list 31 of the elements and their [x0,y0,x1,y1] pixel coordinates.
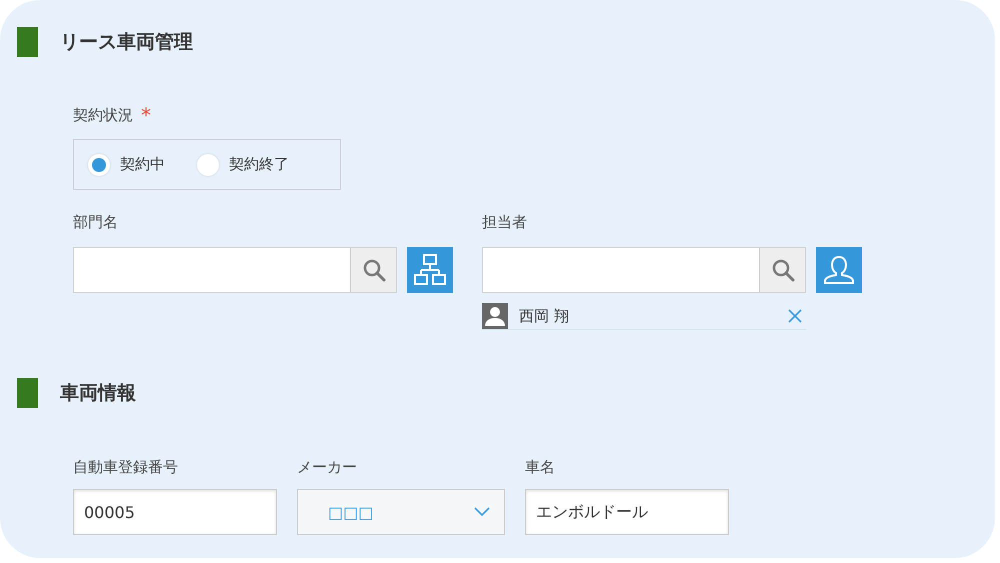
field-label: 契約状況 [73,105,133,125]
field-label: メーカー [297,457,358,477]
radio-label[interactable]: 契約中 [120,155,165,174]
department-field[interactable] [73,247,397,293]
avatar-icon [482,303,508,329]
section-marker [17,378,38,408]
assignee-field[interactable] [482,247,806,293]
user-icon [823,254,855,286]
search-button[interactable] [759,248,805,292]
section-title: 車両情報 [60,381,136,406]
search-button[interactable] [350,248,396,292]
required-mark: * [141,105,151,125]
text-field[interactable]: エンボルドール [525,489,729,535]
section-marker [17,27,38,57]
search-icon [362,258,386,282]
field-label: 車名 [525,457,556,477]
field-label: 自動車登録番号 [73,457,179,477]
radio-button[interactable] [197,154,219,176]
org-chart-button[interactable] [407,247,453,293]
chevron-down-icon [474,507,490,517]
radio-button[interactable] [88,154,110,176]
user-select-button[interactable] [816,247,862,293]
radio-label[interactable]: 契約終了 [229,155,289,174]
text-field[interactable]: 00005 [73,489,277,535]
section-title: リース車両管理 [60,30,193,55]
field-label: 担当者 [482,212,528,232]
search-icon [770,258,794,282]
user-name: 西岡 翔 [519,306,570,326]
org-chart-icon [413,253,447,287]
field-label: 部門名 [73,212,119,232]
remove-icon[interactable] [788,309,802,323]
